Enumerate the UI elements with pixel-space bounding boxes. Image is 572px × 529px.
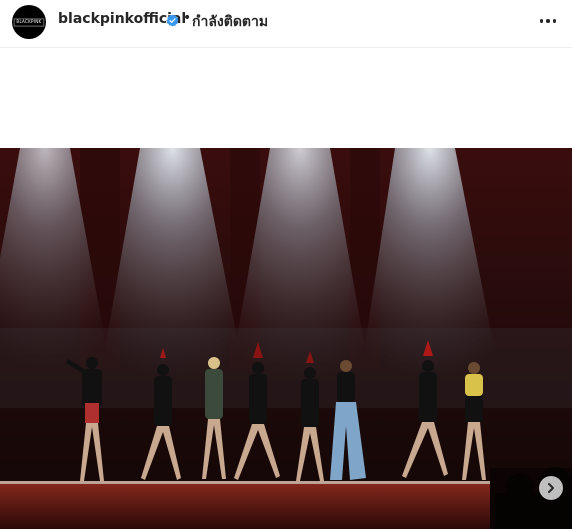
avatar-logo-text: BLACKPINK <box>13 17 45 27</box>
concert-stage-photo <box>0 148 572 529</box>
chevron-right-icon <box>548 483 554 493</box>
verified-badge-icon <box>166 14 179 27</box>
more-options-icon[interactable] <box>538 11 558 31</box>
following-button[interactable]: กำลังติดตาม <box>192 11 268 33</box>
post-image[interactable] <box>0 148 572 529</box>
post-blank-area <box>0 48 572 148</box>
separator-dot: • <box>183 10 192 26</box>
next-image-button[interactable] <box>539 476 563 500</box>
avatar[interactable]: BLACKPINK <box>12 5 46 39</box>
post-header: BLACKPINK blackpinkofficial • กำลังติดตา… <box>0 0 572 48</box>
